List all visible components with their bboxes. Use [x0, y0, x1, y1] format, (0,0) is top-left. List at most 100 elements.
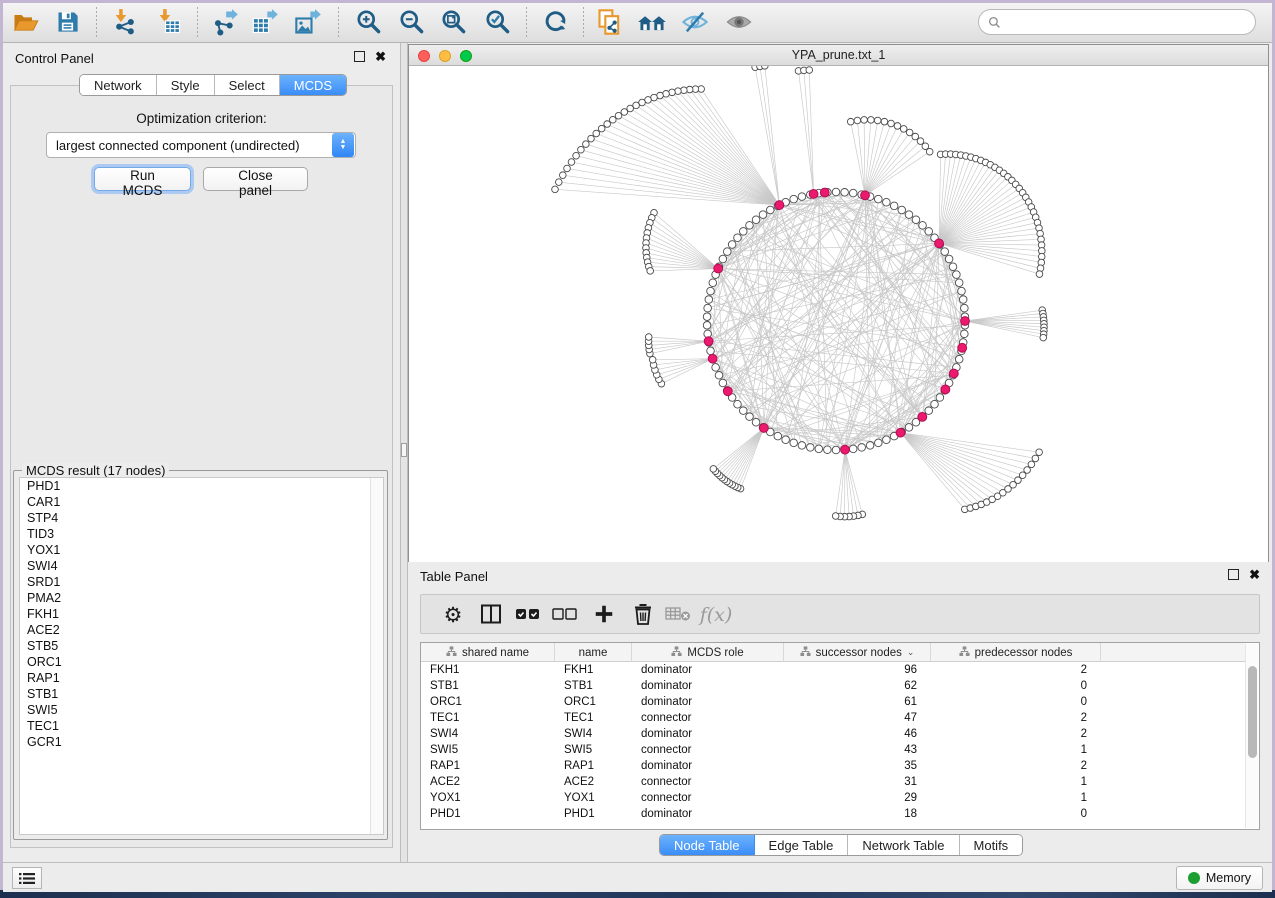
toolbar-show-all-button[interactable]	[723, 8, 755, 38]
tab-node-table[interactable]: Node Table	[660, 835, 755, 855]
table-cell[interactable]: STB1	[555, 678, 632, 694]
tab-network-table[interactable]: Network Table	[848, 835, 959, 855]
table-cell[interactable]: RAP1	[421, 758, 555, 774]
toolbar-zoom-out-button[interactable]	[395, 8, 427, 38]
toolbar-import-table-button[interactable]	[153, 8, 185, 38]
table-cell[interactable]: 2	[931, 726, 1101, 742]
select-all-checks-button[interactable]	[512, 599, 544, 631]
vertical-splitter[interactable]	[400, 43, 408, 862]
column-header-shared-name[interactable]: shared name	[421, 643, 555, 662]
toolbar-export-network-button[interactable]	[209, 8, 241, 38]
mcds-result-item[interactable]: STB1	[20, 686, 383, 702]
table-cell[interactable]: 1	[931, 774, 1101, 790]
toolbar-export-table-button[interactable]	[249, 8, 281, 38]
table-row[interactable]: SWI5SWI5connector431	[421, 742, 1245, 758]
table-row[interactable]: FKH1FKH1dominator962	[421, 662, 1245, 678]
mcds-result-item[interactable]: PHD1	[20, 478, 383, 494]
mcds-result-item[interactable]: TID3	[20, 526, 383, 542]
toolbar-open-file-button[interactable]	[9, 8, 41, 38]
run-mcds-button[interactable]: Run MCDS	[94, 167, 191, 191]
table-cell[interactable]: 43	[784, 742, 931, 758]
table-cell[interactable]: FKH1	[555, 662, 632, 678]
column-header-MCDS-role[interactable]: MCDS role	[632, 643, 784, 662]
table-row[interactable]: ACE2ACE2connector311	[421, 774, 1245, 790]
toolbar-save-session-button[interactable]	[51, 8, 83, 38]
table-cell[interactable]: 2	[931, 758, 1101, 774]
mcds-result-item[interactable]: STB5	[20, 638, 383, 654]
table-cell[interactable]: STB1	[421, 678, 555, 694]
table-scrollbar-thumb[interactable]	[1248, 666, 1257, 758]
table-cell[interactable]: connector	[632, 742, 784, 758]
panel-list-button[interactable]	[12, 867, 42, 889]
table-row[interactable]: STB1STB1dominator620	[421, 678, 1245, 694]
table-cell[interactable]: SWI4	[555, 726, 632, 742]
table-cell[interactable]: RAP1	[555, 758, 632, 774]
table-cell[interactable]: connector	[632, 710, 784, 726]
mcds-result-item[interactable]: STP4	[20, 510, 383, 526]
table-cell[interactable]: 1	[931, 742, 1101, 758]
tab-select[interactable]: Select	[215, 75, 280, 95]
table-cell[interactable]: YOX1	[555, 790, 632, 806]
mcds-result-item[interactable]: CAR1	[20, 494, 383, 510]
toolbar-export-image-button[interactable]	[292, 8, 324, 38]
table-row[interactable]: ORC1ORC1dominator610	[421, 694, 1245, 710]
table-cell[interactable]: 0	[931, 806, 1101, 822]
table-cell[interactable]: dominator	[632, 806, 784, 822]
table-cell[interactable]: ACE2	[421, 774, 555, 790]
table-cell[interactable]: 29	[784, 790, 931, 806]
table-cell[interactable]: 1	[931, 790, 1101, 806]
mcds-result-item[interactable]: SWI5	[20, 702, 383, 718]
table-row[interactable]: PHD1PHD1dominator180	[421, 806, 1245, 822]
table-cell[interactable]: 31	[784, 774, 931, 790]
toolbar-zoom-in-button[interactable]	[352, 8, 384, 38]
tab-style[interactable]: Style	[157, 75, 215, 95]
table-cell[interactable]: 96	[784, 662, 931, 678]
tab-mcds[interactable]: MCDS	[280, 75, 346, 95]
tab-motifs[interactable]: Motifs	[960, 835, 1023, 855]
table-cell[interactable]: dominator	[632, 726, 784, 742]
mcds-result-item[interactable]: ACE2	[20, 622, 383, 638]
table-cell[interactable]: connector	[632, 774, 784, 790]
memory-button[interactable]: Memory	[1176, 866, 1263, 890]
table-cell[interactable]: FKH1	[421, 662, 555, 678]
network-window-titlebar[interactable]: YPA_prune.txt_1	[409, 45, 1268, 66]
mcds-result-item[interactable]: SWI4	[20, 558, 383, 574]
float-panel-icon[interactable]	[354, 51, 365, 62]
table-cell[interactable]: 0	[931, 678, 1101, 694]
add-column-button[interactable]	[588, 599, 620, 631]
column-header-predecessor-nodes[interactable]: predecessor nodes	[931, 643, 1101, 662]
close-panel-icon[interactable]: ✖	[375, 51, 386, 62]
splitter-grip[interactable]	[401, 443, 407, 457]
mcds-result-item[interactable]: TEC1	[20, 718, 383, 734]
table-cell[interactable]: 2	[931, 710, 1101, 726]
toolbar-first-neighbors-button[interactable]	[636, 8, 668, 38]
table-row[interactable]: TEC1TEC1connector472	[421, 710, 1245, 726]
table-cell[interactable]: 46	[784, 726, 931, 742]
close-table-panel-icon[interactable]: ✖	[1249, 569, 1260, 580]
table-cell[interactable]: ORC1	[555, 694, 632, 710]
toolbar-zoom-selected-button[interactable]	[481, 8, 513, 38]
float-table-panel-icon[interactable]	[1228, 569, 1239, 580]
toolbar-hide-selected-button[interactable]	[679, 8, 711, 38]
settings-button[interactable]: ⚙	[437, 599, 469, 631]
search-input[interactable]	[1006, 12, 1255, 32]
column-header-successor-nodes[interactable]: successor nodes⌄	[784, 643, 931, 662]
table-cell[interactable]: 2	[931, 662, 1101, 678]
table-cell[interactable]: 61	[784, 694, 931, 710]
table-cell[interactable]: TEC1	[421, 710, 555, 726]
column-header-name[interactable]: name	[555, 643, 632, 662]
criterion-select[interactable]: largest connected component (undirected)…	[46, 132, 356, 158]
table-scrollbar[interactable]	[1245, 644, 1258, 828]
mcds-result-item[interactable]: FKH1	[20, 606, 383, 622]
toolbar-zoom-fit-button[interactable]	[437, 8, 469, 38]
network-canvas[interactable]	[409, 66, 1268, 562]
toolbar-duplicate-network-button[interactable]	[594, 8, 626, 38]
table-cell[interactable]: dominator	[632, 678, 784, 694]
table-cell[interactable]: 0	[931, 694, 1101, 710]
mcds-list-scrollbar[interactable]	[370, 478, 383, 834]
search-box[interactable]	[978, 9, 1256, 35]
delete-column-button[interactable]	[627, 599, 659, 631]
table-cell[interactable]: 47	[784, 710, 931, 726]
table-cell[interactable]: PHD1	[421, 806, 555, 822]
table-cell[interactable]: ACE2	[555, 774, 632, 790]
